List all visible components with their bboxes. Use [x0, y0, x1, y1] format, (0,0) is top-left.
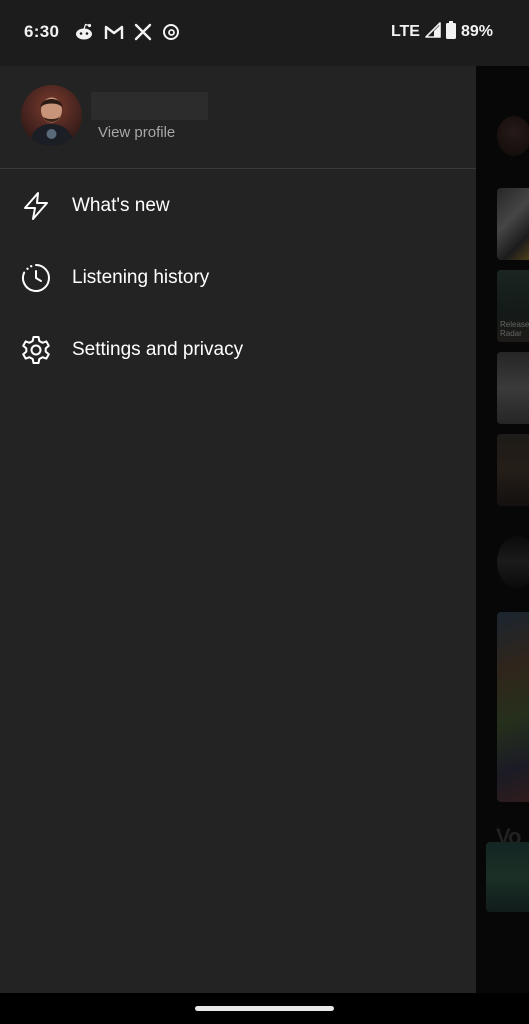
avatar[interactable]	[21, 85, 82, 146]
battery-percent: 89%	[460, 23, 493, 40]
history-icon	[20, 262, 52, 294]
menu-item-listening-history[interactable]: Listening history	[0, 246, 476, 310]
lightning-icon	[20, 190, 52, 222]
gmail-icon	[104, 24, 124, 40]
reddit-icon	[74, 23, 94, 41]
x-icon	[134, 23, 152, 41]
notification-icons	[74, 22, 180, 42]
network-type: LTE	[390, 23, 420, 40]
profile-name-redacted	[91, 92, 208, 120]
profile-row[interactable]: View profile	[0, 66, 476, 169]
menu-item-whats-new[interactable]: What's new	[0, 174, 476, 238]
app-screen: Release Radar Vo 6:30 LTE 89% View profi…	[0, 0, 529, 1024]
view-profile-link[interactable]: View profile	[98, 124, 175, 141]
scrim-overlay[interactable]	[476, 66, 529, 993]
background-app-content[interactable]: Release Radar Vo	[476, 66, 529, 993]
battery-icon	[445, 20, 456, 44]
menu-item-label: What's new	[72, 195, 170, 216]
status-right-group: LTE 89%	[390, 20, 493, 44]
menu-item-label: Settings and privacy	[72, 339, 244, 360]
system-nav-bar	[0, 993, 529, 1024]
status-time: 6:30	[24, 22, 60, 41]
navigation-drawer: View profile What's new Listening histor…	[0, 66, 476, 993]
menu-item-label: Listening history	[72, 267, 210, 288]
status-bar: 6:30 LTE 89%	[0, 0, 529, 66]
home-gesture-handle[interactable]	[195, 1006, 334, 1011]
signal-icon	[425, 21, 441, 43]
threads-icon	[162, 23, 180, 41]
menu-item-settings-privacy[interactable]: Settings and privacy	[0, 318, 476, 382]
gear-icon	[20, 334, 52, 366]
